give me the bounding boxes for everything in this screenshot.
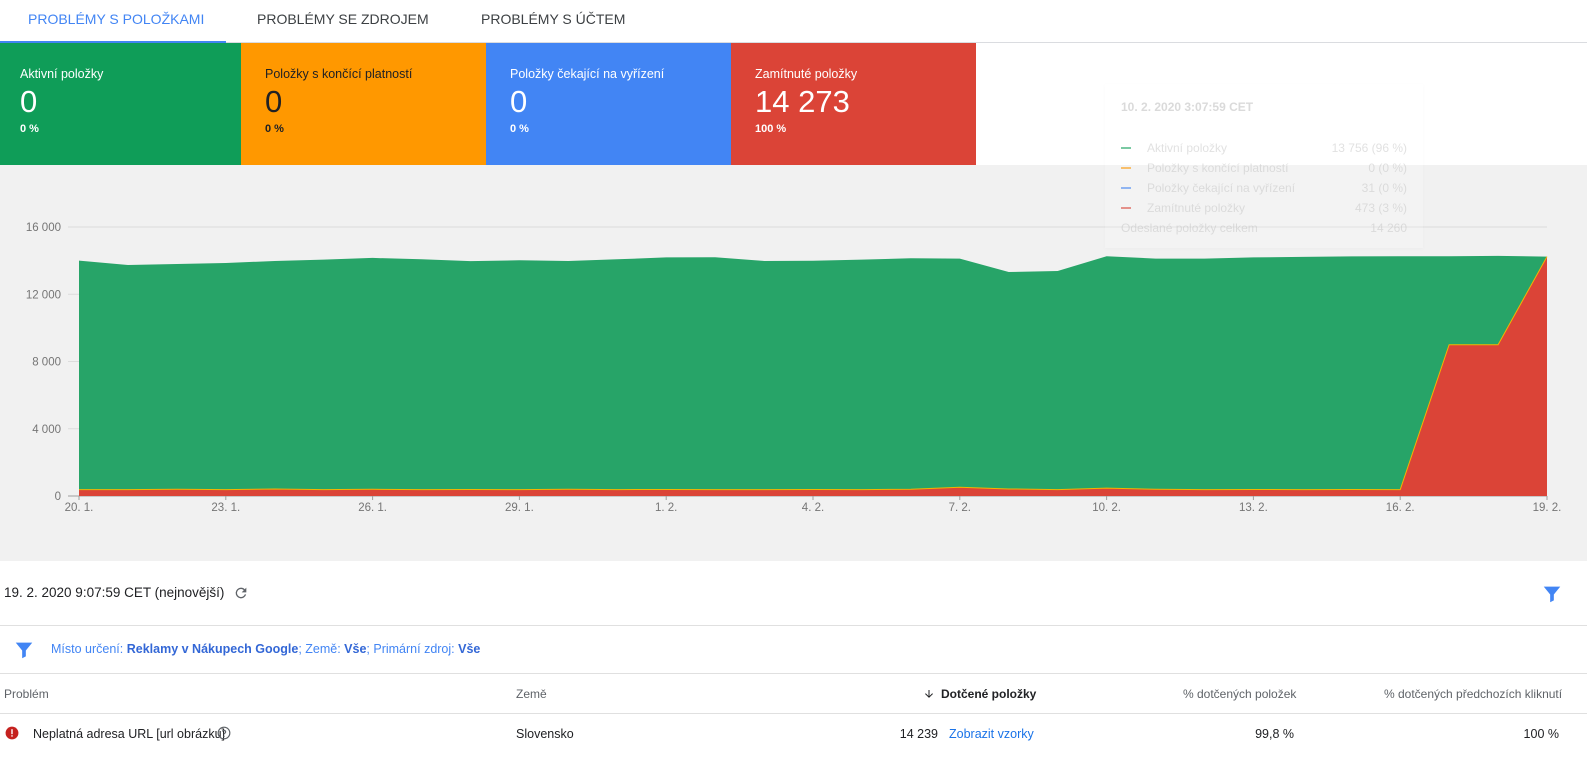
filter-prefix: Místo určení: bbox=[51, 642, 127, 656]
help-icon[interactable] bbox=[217, 726, 231, 740]
table-row[interactable]: Neplatná adresa URL [url obrázku] Sloven… bbox=[0, 714, 1587, 759]
tooltip-row-value: 0 (0 %) bbox=[1368, 161, 1407, 175]
country-cell: Slovensko bbox=[516, 727, 574, 741]
column-header-pct-clicks[interactable]: % dotčených předchozích kliknutí bbox=[1384, 687, 1562, 701]
filter-value-destination: Reklamy v Nákupech Google bbox=[126, 642, 299, 656]
y-tick-label: 4 000 bbox=[32, 424, 61, 436]
tooltip-title: 10. 2. 2020 3:07:59 CET bbox=[1121, 100, 1254, 114]
tooltip-row-name: Položky čekající na vyřízení bbox=[1147, 181, 1296, 195]
series-swatch bbox=[1121, 207, 1131, 209]
snapshot-bar: 19. 2. 2020 9:07:59 CET (nejnovější) bbox=[0, 561, 1587, 626]
filter-prefix: ; Země: bbox=[298, 642, 345, 656]
tooltip-row: Aktivní položky 13 756 (96 %) bbox=[1121, 138, 1407, 158]
column-header-country[interactable]: Země bbox=[516, 687, 547, 701]
filter-prefix: ; Primární zdroj: bbox=[366, 642, 459, 656]
tooltip-row: Zamítnuté položky 473 (3 %) bbox=[1121, 198, 1407, 218]
tooltip-row-value: 31 (0 %) bbox=[1361, 181, 1407, 195]
affected-count: 14 239 bbox=[899, 727, 938, 741]
problem-name: Neplatná adresa URL [url obrázku] bbox=[33, 727, 225, 741]
filter-icon[interactable] bbox=[1541, 583, 1563, 605]
y-tick-label: 12 000 bbox=[26, 289, 61, 301]
tooltip-row-name: Položky s končící platností bbox=[1147, 161, 1289, 175]
column-header-problem[interactable]: Problém bbox=[4, 687, 49, 701]
tooltip-row-value: 473 (3 %) bbox=[1354, 201, 1407, 215]
tooltip-row-name: Odeslané položky celkem bbox=[1121, 221, 1258, 235]
tooltip-row-name: Zamítnuté položky bbox=[1147, 201, 1246, 215]
x-tick-label: 4. 2. bbox=[802, 502, 824, 514]
x-tick-label: 13. 2. bbox=[1239, 502, 1268, 514]
x-tick-label: 19. 2. bbox=[1533, 502, 1562, 514]
y-tick-label: 0 bbox=[55, 491, 61, 503]
table-header: Problém Země Dotčené položky % dotčených… bbox=[0, 674, 1587, 714]
pct-items-cell: 99,8 % bbox=[1255, 727, 1294, 741]
series-swatch bbox=[1121, 167, 1131, 169]
x-tick-label: 10. 2. bbox=[1092, 502, 1121, 514]
y-tick-label: 8 000 bbox=[32, 357, 61, 369]
x-tick-label: 29. 1. bbox=[505, 502, 534, 514]
tooltip-row-total: Odeslané položky celkem 14 260 bbox=[1121, 218, 1407, 238]
y-tick-label: 16 000 bbox=[26, 222, 61, 234]
error-icon bbox=[5, 726, 19, 740]
tooltip-row: Položky čekající na vyřízení 31 (0 %) bbox=[1121, 178, 1407, 198]
filter-summary[interactable]: Místo určení: Reklamy v Nákupech Google;… bbox=[51, 642, 480, 656]
x-tick-label: 23. 1. bbox=[211, 502, 240, 514]
series-area-1 bbox=[79, 255, 1547, 490]
filter-icon[interactable] bbox=[13, 639, 35, 661]
chart-tooltip: 10. 2. 2020 3:07:59 CET Aktivní položky … bbox=[1105, 84, 1423, 248]
refresh-icon[interactable] bbox=[233, 585, 249, 601]
x-tick-label: 1. 2. bbox=[655, 502, 677, 514]
filter-bar: Místo určení: Reklamy v Nákupech Google;… bbox=[0, 626, 1587, 674]
filter-value-feed: Vše bbox=[458, 642, 481, 656]
x-tick-label: 20. 1. bbox=[65, 502, 94, 514]
tooltip-row: Položky s končící platností 0 (0 %) bbox=[1121, 158, 1407, 178]
arrow-down-icon bbox=[925, 690, 933, 698]
tooltip-row-value: 14 260 bbox=[1370, 221, 1407, 235]
x-tick-label: 7. 2. bbox=[949, 502, 971, 514]
column-header-label: Dotčené položky bbox=[941, 687, 1037, 701]
x-tick-label: 26. 1. bbox=[358, 502, 387, 514]
tooltip-row-name: Aktivní položky bbox=[1147, 141, 1228, 155]
column-header-affected[interactable]: Dotčené položky bbox=[923, 687, 1036, 701]
tooltip-row-value: 13 756 (96 %) bbox=[1331, 141, 1407, 155]
filter-value-country: Vše bbox=[344, 642, 367, 656]
snapshot-date: 19. 2. 2020 9:07:59 CET (nejnovější) bbox=[4, 585, 225, 600]
x-tick-label: 16. 2. bbox=[1386, 502, 1415, 514]
show-samples-link[interactable]: Zobrazit vzorky bbox=[949, 727, 1034, 741]
column-header-pct-items[interactable]: % dotčených položek bbox=[1183, 687, 1296, 701]
pct-clicks-cell: 100 % bbox=[1523, 727, 1559, 741]
series-swatch bbox=[1121, 187, 1131, 189]
series-swatch bbox=[1121, 147, 1131, 149]
